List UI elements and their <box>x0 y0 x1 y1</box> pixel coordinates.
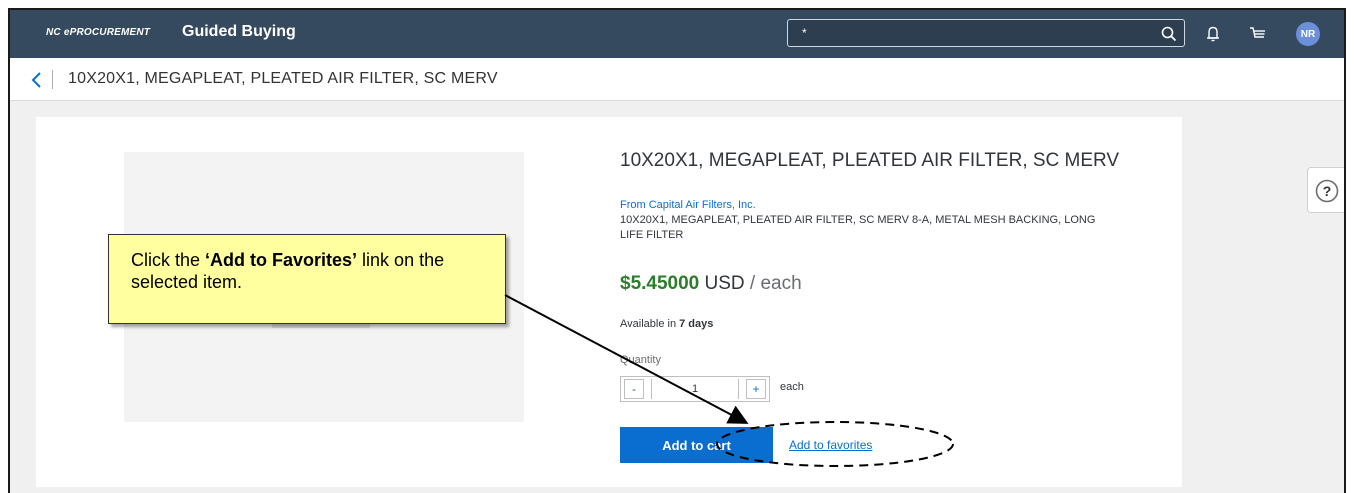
callout-highlight: ‘Add to Favorites’ <box>205 250 358 270</box>
sub-header: 10X20X1, MEGAPLEAT, PLEATED AIR FILTER, … <box>10 58 1344 101</box>
page-title: 10X20X1, MEGAPLEAT, PLEATED AIR FILTER, … <box>68 70 498 87</box>
avatar[interactable]: NR <box>1296 22 1320 46</box>
quantity-input[interactable]: 1 <box>651 379 739 399</box>
instruction-callout: Click the ‘Add to Favorites’ link on the… <box>108 234 506 324</box>
divider <box>52 70 53 89</box>
cart-icon[interactable] <box>1248 24 1268 44</box>
add-to-cart-button[interactable]: Add to cart <box>620 427 773 463</box>
product-description: 10X20X1, MEGAPLEAT, PLEATED AIR FILTER, … <box>620 214 1096 241</box>
decrement-button[interactable]: - <box>624 379 644 399</box>
app-title[interactable]: Guided Buying <box>182 23 296 41</box>
search-value: * <box>802 26 807 40</box>
supplier-link[interactable]: From Capital Air Filters, Inc. <box>620 199 756 211</box>
help-icon: ? <box>1315 179 1339 203</box>
help-glyph: ? <box>1323 183 1332 199</box>
price-currency: USD <box>699 273 745 294</box>
price: $5.45000 USD / each <box>620 273 802 295</box>
availability-prefix: Available in <box>620 318 680 330</box>
increment-button[interactable]: + <box>746 379 766 399</box>
search-input[interactable]: * <box>787 19 1185 47</box>
quantity-stepper: - 1 + <box>620 376 770 402</box>
quantity-unit: each <box>780 381 804 393</box>
brand-label: NC ePROCUREMENT <box>46 27 151 38</box>
product-title: 10X20X1, MEGAPLEAT, PLEATED AIR FILTER, … <box>620 150 1120 171</box>
callout-prefix: Click the <box>131 250 206 270</box>
back-chevron-icon[interactable] <box>30 71 44 89</box>
availability-days: 7 days <box>679 318 714 330</box>
availability: Available in 7 days <box>620 318 713 330</box>
help-button[interactable]: ? <box>1307 167 1344 213</box>
price-unit: / each <box>744 273 802 294</box>
price-amount: $5.45000 <box>620 273 700 294</box>
bell-icon[interactable] <box>1203 24 1223 44</box>
top-bar: NC ePROCUREMENT Guided Buying * NR <box>10 10 1344 58</box>
add-to-favorites-link[interactable]: Add to favorites <box>789 438 872 452</box>
search-icon[interactable] <box>1160 25 1178 43</box>
quantity-label: Quantity <box>620 354 661 366</box>
